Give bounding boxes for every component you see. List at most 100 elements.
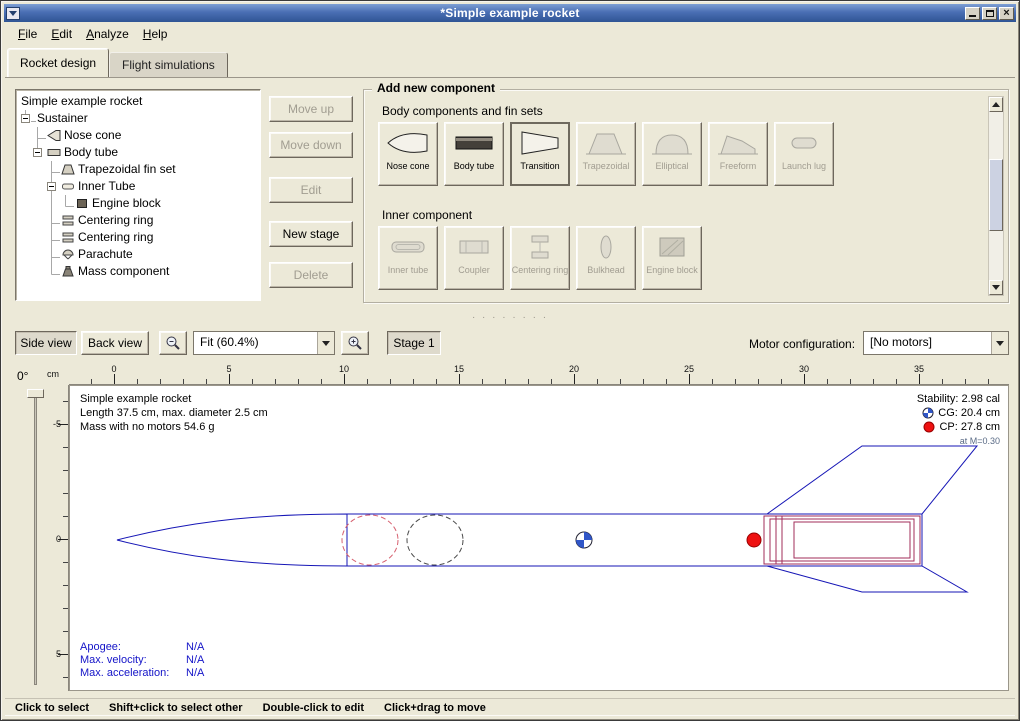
tree-label[interactable]: Body tube	[64, 145, 118, 159]
add-inner-tube-button[interactable]: Inner tube	[378, 226, 438, 290]
close-button[interactable]: ×	[999, 7, 1014, 20]
tree-label[interactable]: Parachute	[78, 247, 133, 261]
stage-1-toggle[interactable]: Stage 1	[387, 331, 441, 355]
tree-row-centering-ring-2[interactable]: Centering ring	[18, 229, 260, 246]
component-tree[interactable]: Simple example rocket Sustainer Nose con…	[15, 89, 261, 301]
add-coupler-button[interactable]: Coupler	[444, 226, 504, 290]
tree-row-parachute[interactable]: Parachute	[18, 246, 260, 263]
rocket-drawing-canvas[interactable]: Simple example rocket Length 37.5 cm, ma…	[69, 385, 1009, 691]
add-engine-block-button[interactable]: Engine block	[642, 226, 702, 290]
add-transition-button[interactable]: Transition	[510, 122, 570, 186]
body-tube-icon	[47, 146, 61, 159]
tab-strip: Rocket design Flight simulations	[7, 47, 228, 78]
tree-label[interactable]: Sustainer	[37, 111, 88, 125]
tree-row-sustainer[interactable]: Sustainer	[18, 110, 260, 127]
tree-row-inner-tube[interactable]: Inner Tube	[18, 178, 260, 195]
cg-icon	[922, 407, 934, 419]
body-components-row: Nose cone Body tube Transition Trapezoid…	[378, 122, 834, 186]
rotation-slider-handle[interactable]	[27, 389, 44, 398]
zoom-level-select[interactable]: Fit (60.4%)	[193, 331, 335, 355]
rocket-name: Simple example rocket	[80, 392, 268, 406]
side-view-button[interactable]: Side view	[15, 331, 77, 355]
component-panel-scrollbar[interactable]	[988, 96, 1004, 296]
combo-arrow-button[interactable]	[991, 332, 1008, 354]
titlebar[interactable]: *Simple example rocket ×	[4, 4, 1016, 22]
triangle-up-icon	[992, 102, 1000, 107]
tree-row-rocket[interactable]: Simple example rocket	[18, 93, 260, 110]
tree-row-engine-block[interactable]: Engine block	[18, 195, 260, 212]
tab-flight-simulations[interactable]: Flight simulations	[109, 52, 228, 78]
rocket-figure-area: 0° 0 5 10 15 20 25 30 35 cm -5 0 5	[9, 363, 1013, 694]
tab-rocket-design[interactable]: Rocket design	[7, 48, 109, 78]
tree-collapse-handle[interactable]	[33, 148, 42, 157]
zoom-in-button[interactable]	[341, 331, 369, 355]
upper-fin-shape[interactable]	[767, 446, 977, 514]
lower-fin-shape[interactable]	[767, 566, 967, 592]
inner-tube-icon	[386, 232, 430, 262]
edit-button[interactable]: Edit	[269, 177, 353, 203]
hint-click-drag: Click+drag to move	[384, 702, 486, 714]
menu-help[interactable]: Help	[136, 25, 175, 43]
scroll-up-button[interactable]	[989, 97, 1003, 112]
move-up-button[interactable]: Move up	[269, 96, 353, 122]
rocket-mass: Mass with no motors 54.6 g	[80, 420, 268, 434]
stability-value: Stability: 2.98 cal	[917, 392, 1000, 406]
tree-row-trapezoidal-fin-set[interactable]: Trapezoidal fin set	[18, 161, 260, 178]
cp-marker	[747, 533, 761, 547]
mach-note: at M=0.30	[917, 434, 1000, 448]
add-freeform-fin-button[interactable]: Freeform	[708, 122, 768, 186]
scroll-down-button[interactable]	[989, 280, 1003, 295]
minimize-button[interactable]	[965, 7, 980, 20]
bulkhead-icon	[584, 232, 628, 262]
tree-label[interactable]: Centering ring	[78, 213, 153, 227]
tree-label[interactable]: Mass component	[78, 264, 169, 278]
zoom-level-value: Fit (60.4%)	[194, 332, 317, 354]
transition-icon	[518, 128, 562, 158]
rocket-info-block: Simple example rocket Length 37.5 cm, ma…	[80, 392, 268, 434]
window-menu-icon[interactable]	[6, 7, 20, 20]
tree-collapse-handle[interactable]	[21, 114, 30, 123]
nose-cone-shape[interactable]	[117, 514, 347, 566]
tree-label[interactable]: Centering ring	[78, 230, 153, 244]
menu-file[interactable]: File	[11, 25, 44, 43]
scrollbar-thumb[interactable]	[989, 159, 1003, 231]
add-body-tube-button[interactable]: Body tube	[444, 122, 504, 186]
menu-edit[interactable]: Edit	[44, 25, 79, 43]
tree-row-nose-cone[interactable]: Nose cone	[18, 127, 260, 144]
add-nose-cone-button[interactable]: Nose cone	[378, 122, 438, 186]
rotation-slider-track[interactable]	[34, 389, 37, 685]
add-bulkhead-button[interactable]: Bulkhead	[576, 226, 636, 290]
motor-configuration-select[interactable]: [No motors]	[863, 331, 1009, 355]
zoom-out-button[interactable]	[159, 331, 187, 355]
tree-collapse-handle[interactable]	[47, 182, 56, 191]
tree-label[interactable]: Nose cone	[64, 128, 121, 142]
tree-label[interactable]: Engine block	[92, 196, 161, 210]
triangle-down-icon	[996, 341, 1004, 346]
hint-double-click: Double-click to edit	[263, 702, 364, 714]
split-pane-divider[interactable]: · · · · · · · ·	[5, 307, 1015, 327]
add-trapezoidal-fin-button[interactable]: Trapezoidal	[576, 122, 636, 186]
rocket-dimensions: Length 37.5 cm, max. diameter 2.5 cm	[80, 406, 268, 420]
maximize-button[interactable]	[982, 7, 997, 20]
add-centering-ring-button[interactable]: Centering ring	[510, 226, 570, 290]
tree-row-mass-component[interactable]: Mass component	[18, 263, 260, 280]
tree-label[interactable]: Simple example rocket	[21, 94, 142, 108]
maximize-icon	[986, 10, 994, 17]
vertical-ruler: -5 0 5	[49, 385, 69, 691]
new-stage-button[interactable]: New stage	[269, 221, 353, 247]
back-view-button[interactable]: Back view	[81, 331, 149, 355]
delete-button[interactable]: Delete	[269, 262, 353, 288]
move-down-button[interactable]: Move down	[269, 132, 353, 158]
tree-label[interactable]: Trapezoidal fin set	[78, 162, 176, 176]
tree-row-body-tube[interactable]: Body tube	[18, 144, 260, 161]
tree-label[interactable]: Inner Tube	[78, 179, 135, 193]
add-elliptical-fin-button[interactable]: Elliptical	[642, 122, 702, 186]
ruler-label: 10	[334, 364, 354, 374]
combo-arrow-button[interactable]	[317, 332, 334, 354]
ruler-label: 5	[56, 649, 61, 659]
rotation-angle-value: 0°	[17, 369, 28, 383]
tree-row-centering-ring-1[interactable]: Centering ring	[18, 212, 260, 229]
horizontal-ruler: 0 5 10 15 20 25 30 35	[69, 363, 1009, 385]
add-launch-lug-button[interactable]: Launch lug	[774, 122, 834, 186]
menu-analyze[interactable]: Analyze	[79, 25, 136, 43]
